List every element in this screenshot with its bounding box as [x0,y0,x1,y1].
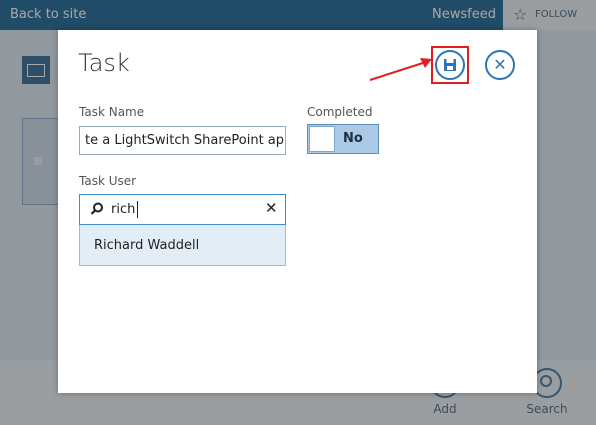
task-name-input[interactable]: te a LightSwitch SharePoint app [79,126,286,155]
task-user-search-input[interactable]: rich ✕ [79,194,286,225]
text-caret [137,201,138,218]
close-button[interactable]: ✕ [485,50,515,80]
completed-toggle[interactable]: No [307,124,379,154]
dialog-title: Task [78,49,130,77]
completed-label: Completed [307,105,373,119]
task-name-label: Task Name [79,105,145,119]
toggle-knob [309,126,335,152]
task-user-label: Task User [79,174,137,188]
save-button[interactable] [435,50,465,80]
clear-icon[interactable]: ✕ [265,199,278,217]
completed-value: No [343,131,363,146]
save-icon [444,59,456,71]
annotation-arrow [369,58,432,81]
search-icon [90,202,103,215]
user-suggestion-item[interactable]: Richard Waddell [79,225,286,266]
user-suggestion-name: Richard Waddell [94,238,200,253]
close-icon: ✕ [493,55,507,74]
task-dialog: Task ✕ Task Name te a LightSwitch ShareP… [58,30,537,393]
task-user-search-value: rich [111,202,136,217]
